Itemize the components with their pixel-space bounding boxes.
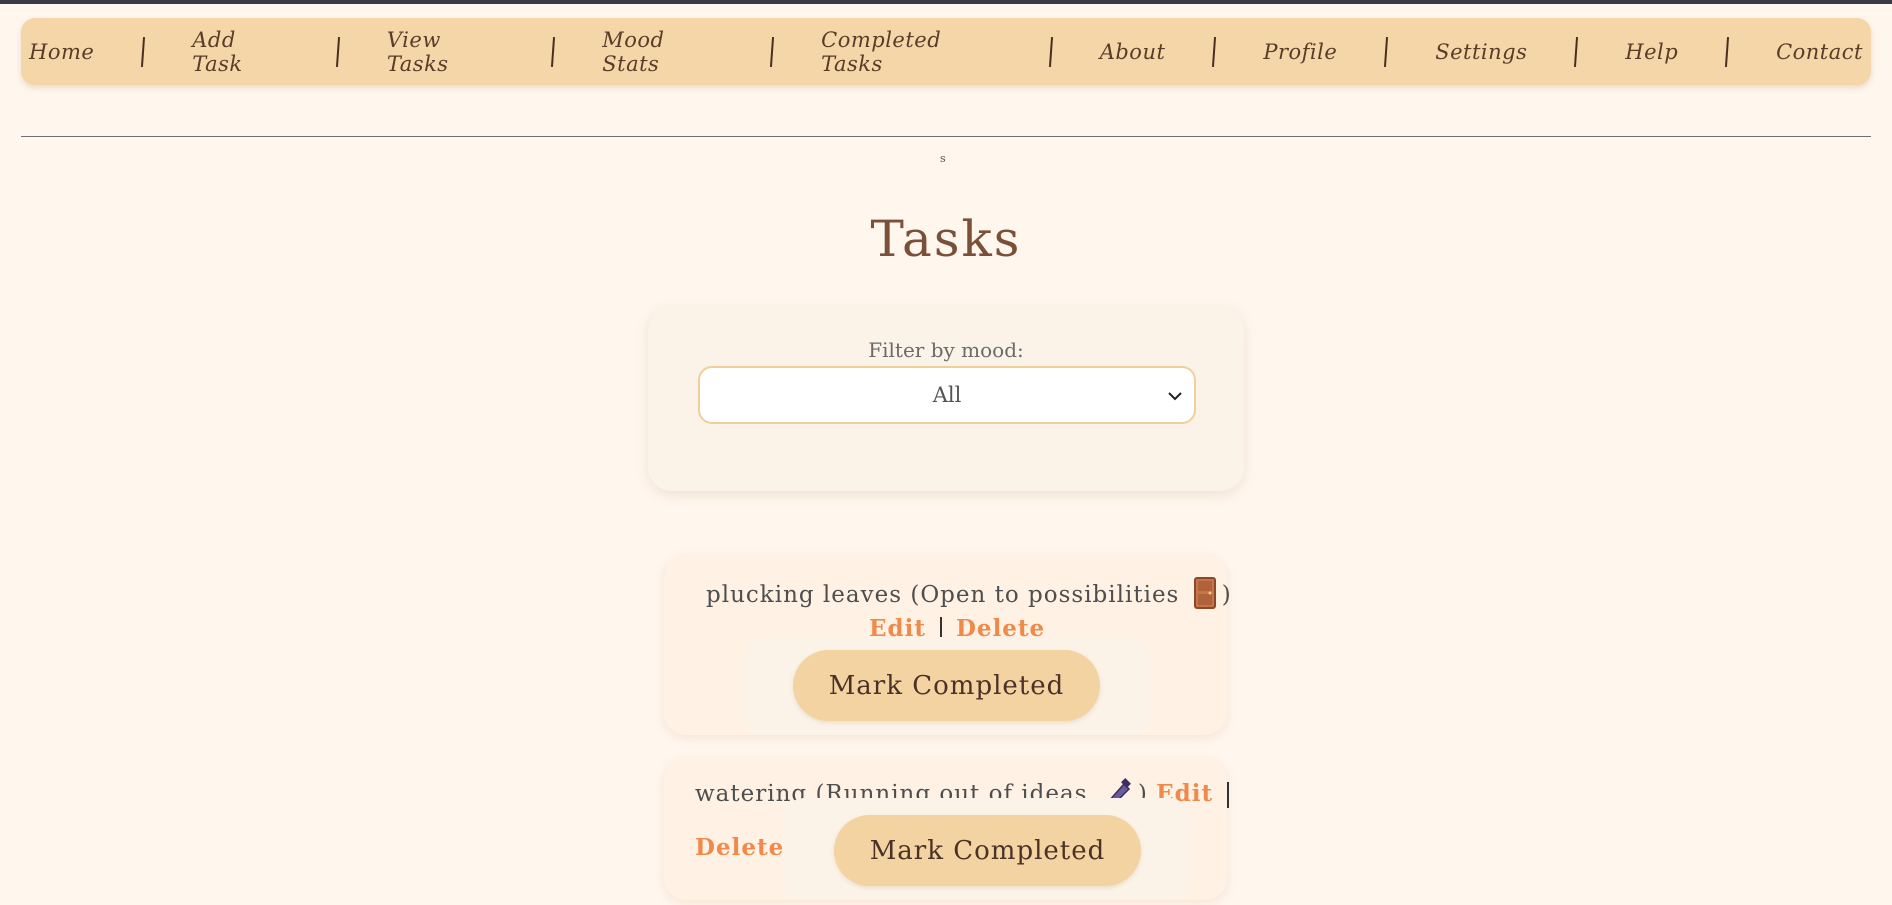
nav-separator [1212, 36, 1217, 67]
filter-card: Filter by mood: All [648, 306, 1244, 491]
nav-add-task[interactable]: Add Task [184, 28, 297, 76]
task-name: plucking leaves [706, 582, 903, 608]
horizontal-divider [21, 136, 1871, 137]
task-card: plucking leaves (Open to possibilities )… [664, 555, 1231, 735]
nav-separator [335, 36, 340, 67]
mark-completed-button[interactable]: Mark Completed [793, 650, 1100, 721]
delete-link[interactable]: Delete [695, 834, 784, 861]
nav-separator [770, 36, 775, 67]
nav-about[interactable]: About [1092, 40, 1174, 64]
mood-filter-select[interactable]: All [698, 366, 1196, 424]
nav-completed-tasks[interactable]: Completed Tasks [813, 28, 1010, 76]
nav-view-tasks[interactable]: View Tasks [379, 28, 512, 76]
nav-profile[interactable]: Profile [1255, 40, 1345, 64]
door-icon [1193, 577, 1216, 615]
mark-completed-button[interactable]: Mark Completed [834, 815, 1141, 886]
stray-text: s [940, 152, 946, 165]
action-separator [1227, 782, 1230, 808]
nav-mood-stats[interactable]: Mood Stats [594, 28, 731, 76]
nav-separator [1574, 36, 1579, 67]
task-title-line: plucking leaves (Open to possibilities ) [706, 577, 1232, 615]
nav-settings[interactable]: Settings [1427, 40, 1535, 64]
nav-separator [551, 36, 556, 67]
nav-separator [1384, 36, 1389, 67]
main-nav: Home Add Task View Tasks Mood Stats Comp… [21, 18, 1871, 85]
nav-home[interactable]: Home [21, 40, 102, 64]
page-title: Tasks [870, 210, 1022, 268]
window-top-border [0, 0, 1892, 4]
task-mood: Open to possibilities [920, 582, 1180, 608]
nav-separator [1725, 36, 1730, 67]
filter-label: Filter by mood: [868, 338, 1024, 362]
task-actions-wrap: Delete [695, 834, 784, 861]
mood-filter-value: All [932, 383, 962, 407]
nav-separator [1048, 36, 1053, 67]
nav-contact[interactable]: Contact [1768, 40, 1871, 64]
nav-help[interactable]: Help [1617, 40, 1686, 64]
task-card: watering (Running out of ideas ) Edit De… [664, 758, 1230, 900]
nav-separator [141, 36, 146, 67]
chevron-down-icon [1168, 386, 1182, 405]
